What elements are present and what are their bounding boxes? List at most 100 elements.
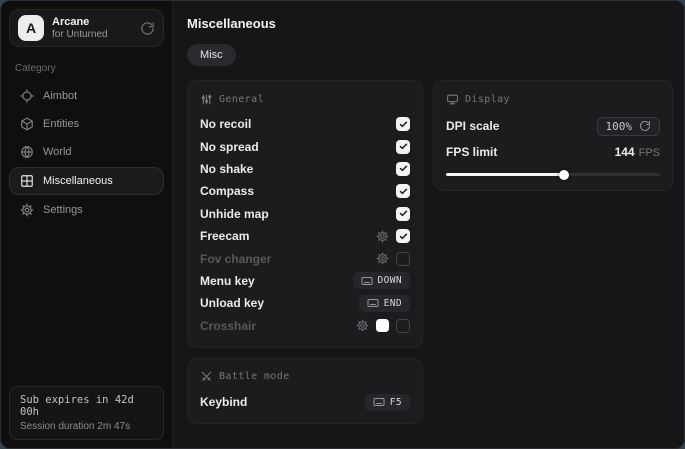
fps-unit: FPS (639, 147, 660, 159)
sidebar-item-miscellaneous[interactable]: Miscellaneous (9, 167, 164, 195)
sidebar-nav: Aimbot Entities World Miscellaneous Settings (9, 82, 164, 224)
right-column: Display DPI scale 100% (433, 80, 673, 191)
general-row: Unhide map (200, 203, 410, 225)
checkbox-unchecked[interactable] (396, 252, 410, 266)
checkbox-checked[interactable] (396, 140, 410, 154)
general-panel: General No recoilNo spread No shake Compas… (187, 80, 423, 348)
check-icon (399, 232, 408, 241)
sidebar-item-world[interactable]: World (9, 138, 164, 166)
app-window: A Arcane for Unturned Category Aimbot Ent… (0, 0, 685, 449)
row-label: Crosshair (200, 319, 256, 333)
row-controls (396, 162, 410, 176)
fps-label: FPS limit (446, 145, 497, 159)
general-row: No shake (200, 158, 410, 180)
check-icon (399, 209, 408, 218)
general-row: Fov changer (200, 247, 410, 269)
fps-slider-thumb[interactable] (559, 170, 569, 180)
sidebar-item-entities[interactable]: Entities (9, 110, 164, 138)
general-row: No spread (200, 135, 410, 157)
keybind-button[interactable]: DOWN (353, 272, 410, 289)
sidebar-item-label: World (43, 146, 72, 158)
sidebar-item-aimbot[interactable]: Aimbot (9, 82, 164, 110)
general-row: Compass (200, 180, 410, 202)
sidebar: A Arcane for Unturned Category Aimbot Ent… (1, 1, 173, 448)
sidebar-item-label: Entities (43, 118, 79, 130)
row-controls (376, 252, 410, 266)
cube-icon (20, 117, 34, 131)
sliders-icon (200, 93, 213, 106)
swords-icon (200, 370, 213, 383)
keybind-row: Keybind F5 (200, 391, 410, 413)
dpi-value-badge[interactable]: 100% (597, 117, 661, 136)
general-row: Unload keyEND (200, 292, 410, 314)
check-icon (399, 142, 408, 151)
dpi-row: DPI scale 100% (446, 113, 660, 139)
keybind-button[interactable]: END (359, 295, 410, 312)
content: General No recoilNo spread No shake Compas… (187, 80, 673, 424)
battle-panel: Battle mode Keybind F5 (187, 358, 423, 424)
fps-value: 144 (615, 145, 635, 159)
monitor-icon (446, 93, 459, 106)
grid-icon (20, 174, 34, 188)
general-row: Crosshair (200, 315, 410, 337)
row-label: Fov changer (200, 252, 271, 266)
dpi-label: DPI scale (446, 119, 499, 133)
display-panel-title: Display (465, 94, 510, 105)
sidebar-item-settings[interactable]: Settings (9, 196, 164, 224)
keyboard-icon (361, 276, 373, 286)
row-label: Unhide map (200, 207, 269, 221)
sidebar-item-label: Settings (43, 204, 83, 216)
keybind-value: F5 (390, 397, 402, 408)
left-column: General No recoilNo spread No shake Compas… (187, 80, 423, 424)
fps-slider[interactable] (446, 168, 660, 180)
row-controls (396, 207, 410, 221)
row-controls (376, 229, 410, 243)
gear-icon (20, 203, 34, 217)
sub-expiry-text: Sub expires in 42d 00h (20, 394, 153, 418)
checkbox-unchecked[interactable] (396, 319, 410, 333)
page-title: Miscellaneous (187, 16, 673, 31)
fps-slider-fill (446, 173, 564, 176)
checkbox-checked[interactable] (396, 229, 410, 243)
checkbox-checked[interactable] (396, 207, 410, 221)
keybind-label: Keybind (200, 395, 247, 409)
row-label: No shake (200, 162, 253, 176)
reset-icon[interactable] (639, 120, 651, 132)
check-icon (399, 164, 408, 173)
general-row: No recoil (200, 113, 410, 135)
gear-icon[interactable] (356, 319, 369, 332)
globe-icon (20, 145, 34, 159)
battle-panel-header: Battle mode (200, 368, 410, 386)
keyboard-icon (373, 397, 385, 407)
display-panel: Display DPI scale 100% (433, 80, 673, 191)
general-panel-header: General (200, 90, 410, 108)
main-area: Miscellaneous Misc General (173, 1, 685, 448)
gear-icon[interactable] (376, 252, 389, 265)
color-swatch[interactable] (376, 319, 389, 332)
battle-panel-title: Battle mode (219, 371, 290, 382)
row-controls: END (359, 295, 410, 312)
row-controls (396, 184, 410, 198)
tab-misc[interactable]: Misc (187, 44, 236, 66)
sidebar-item-label: Aimbot (43, 90, 77, 102)
battle-keybind-button[interactable]: F5 (365, 394, 410, 411)
checkbox-checked[interactable] (396, 117, 410, 131)
subscription-card: Sub expires in 42d 00h Session duration … (9, 386, 164, 440)
refresh-icon[interactable] (140, 21, 155, 36)
app-meta: Arcane for Unturned (52, 16, 132, 40)
app-subtitle: for Unturned (52, 29, 132, 41)
checkbox-checked[interactable] (396, 184, 410, 198)
crosshair-icon (20, 89, 34, 103)
row-controls (396, 117, 410, 131)
row-label: Freecam (200, 229, 249, 243)
row-controls: DOWN (353, 272, 410, 289)
category-label: Category (15, 63, 158, 74)
keybind-value: END (384, 298, 402, 309)
general-panel-title: General (219, 94, 264, 105)
app-header-card: A Arcane for Unturned (9, 9, 164, 47)
checkbox-checked[interactable] (396, 162, 410, 176)
gear-icon[interactable] (376, 230, 389, 243)
general-row: Freecam (200, 225, 410, 247)
app-logo: A (18, 15, 44, 41)
row-label: Compass (200, 184, 254, 198)
